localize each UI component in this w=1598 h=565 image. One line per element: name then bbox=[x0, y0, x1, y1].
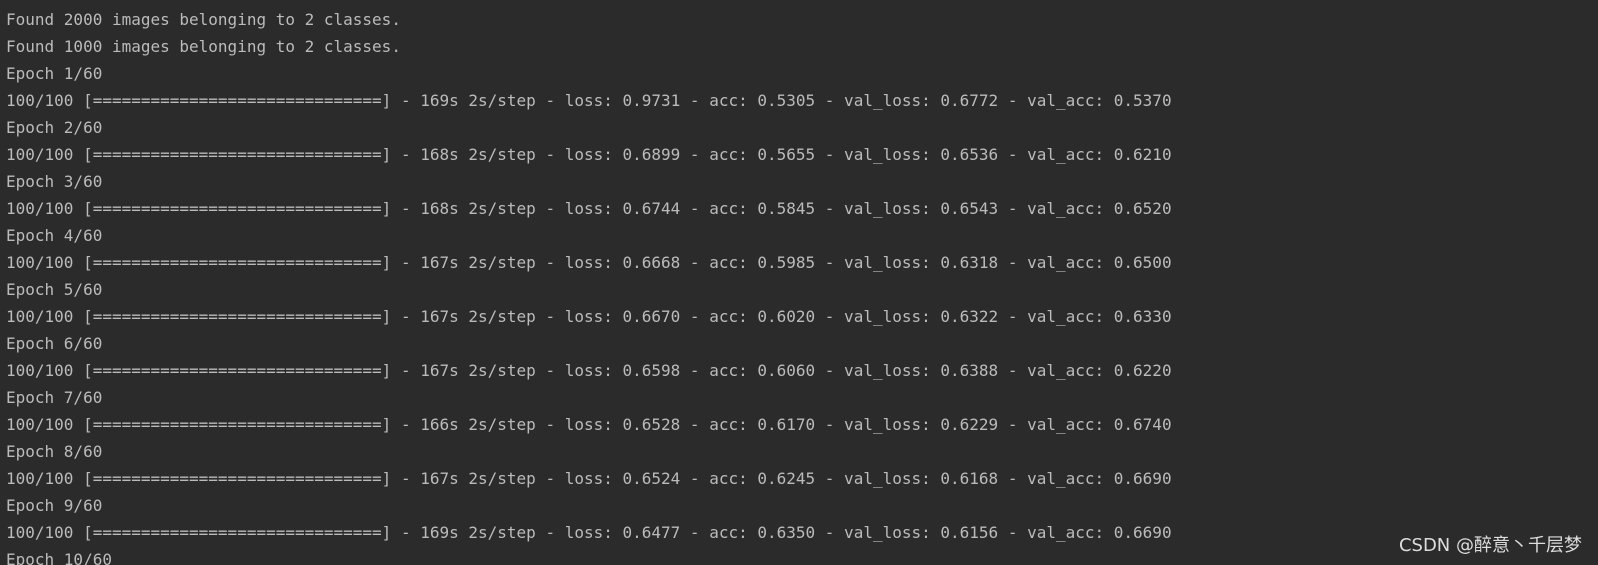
watermark: CSDN @醉意丶千层梦 bbox=[1398, 535, 1582, 556]
console-line: Epoch 3/60 bbox=[6, 172, 103, 191]
console-line: Epoch 10/60 bbox=[6, 550, 112, 565]
console-line: Epoch 8/60 bbox=[6, 442, 103, 461]
console-line: 100/100 [==============================]… bbox=[6, 469, 1172, 488]
console-line: Epoch 5/60 bbox=[6, 280, 103, 299]
console-line: Found 2000 images belonging to 2 classes… bbox=[6, 10, 401, 29]
console-line: Epoch 9/60 bbox=[6, 496, 103, 515]
console-line: 100/100 [==============================]… bbox=[6, 199, 1172, 218]
console-line: Found 1000 images belonging to 2 classes… bbox=[6, 37, 401, 56]
console-line: 100/100 [==============================]… bbox=[6, 145, 1172, 164]
console-line: Epoch 4/60 bbox=[6, 226, 103, 245]
run-console-output[interactable]: Found 2000 images belonging to 2 classes… bbox=[0, 0, 1598, 565]
console-lines: Found 2000 images belonging to 2 classes… bbox=[6, 10, 1598, 565]
console-line: 100/100 [==============================]… bbox=[6, 91, 1172, 110]
console-line: 100/100 [==============================]… bbox=[6, 307, 1172, 326]
console-line: 100/100 [==============================]… bbox=[6, 253, 1172, 272]
console-line: Epoch 2/60 bbox=[6, 118, 103, 137]
console-line: 100/100 [==============================]… bbox=[6, 361, 1172, 380]
console-line: 100/100 [==============================]… bbox=[6, 523, 1172, 542]
console-line: Epoch 1/60 bbox=[6, 64, 103, 83]
console-line: Epoch 6/60 bbox=[6, 334, 103, 353]
console-line: Epoch 7/60 bbox=[6, 388, 103, 407]
console-line: 100/100 [==============================]… bbox=[6, 415, 1172, 434]
